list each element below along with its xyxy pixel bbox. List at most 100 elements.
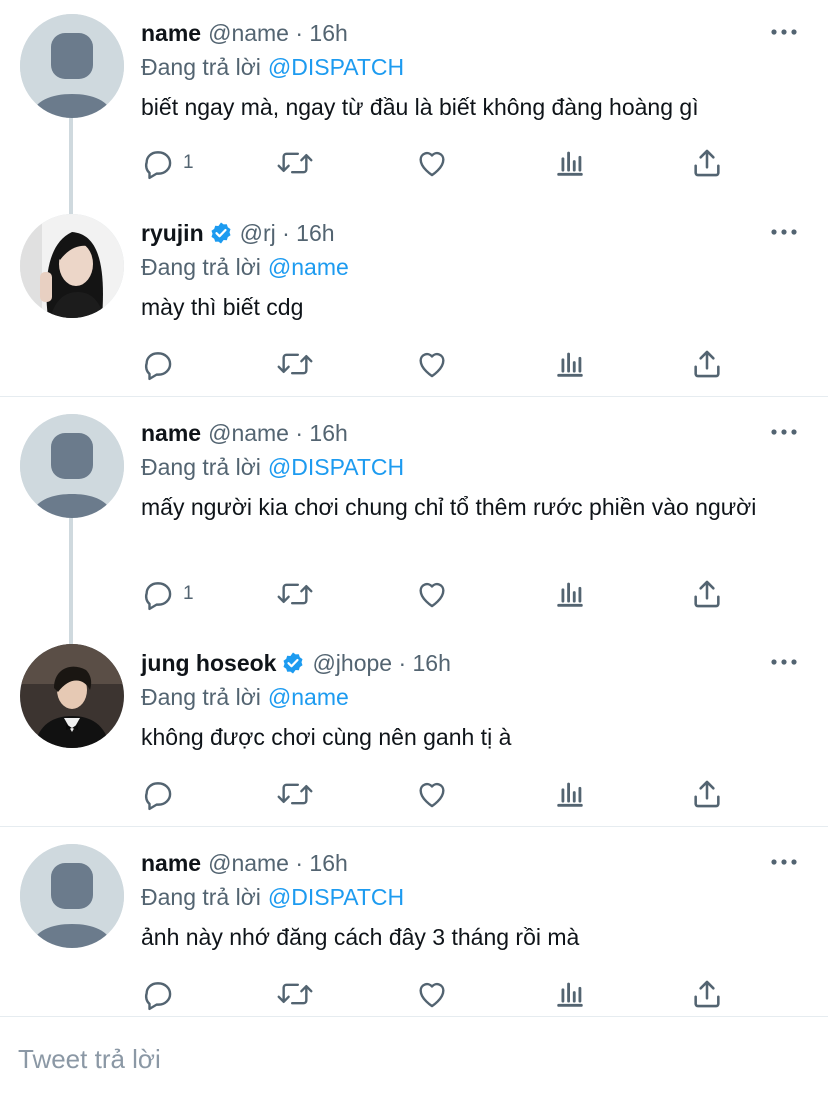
reply-button[interactable] (141, 776, 175, 812)
replying-label: Đang trả lời (141, 454, 261, 480)
display-name[interactable]: ryujin (141, 216, 204, 250)
profile-photo-icon (20, 644, 124, 748)
like-button[interactable] (415, 346, 449, 382)
default-profile-icon (20, 844, 124, 948)
tweet-header: jung hoseok @jhope · 16h (141, 646, 451, 680)
tweet[interactable]: name @name · 16h Đang trả lời @DISPATCH ả… (0, 830, 828, 1017)
views-button[interactable] (553, 976, 587, 1012)
reply-count: 1 (183, 583, 194, 604)
replying-to: Đang trả lời @DISPATCH (141, 50, 404, 84)
tweet-header: name @name · 16h (141, 416, 348, 450)
thread-divider (0, 396, 828, 397)
tweet-header: name @name · 16h (141, 846, 348, 880)
reply-button[interactable]: 1 (141, 576, 194, 612)
tweet[interactable]: jung hoseok @jhope · 16h Đang trả lời @na… (0, 630, 828, 827)
tweet[interactable]: name @name · 16h Đang trả lời @DISPATCH b… (0, 0, 828, 214)
share-button[interactable] (690, 776, 724, 812)
share-button[interactable] (690, 145, 724, 181)
like-button[interactable] (415, 976, 449, 1012)
verified-badge-icon (283, 652, 303, 674)
tweet-actions (141, 346, 761, 382)
retweet-button[interactable] (276, 145, 314, 181)
retweet-button[interactable] (276, 776, 314, 812)
like-button[interactable] (415, 576, 449, 612)
views-button[interactable] (553, 145, 587, 181)
replying-to-handle[interactable]: @DISPATCH (268, 454, 404, 480)
tweet-header: ryujin @rj · 16h (141, 216, 335, 250)
share-button[interactable] (690, 346, 724, 382)
tweet-actions (141, 976, 761, 1012)
handle-and-time[interactable]: @rj · 16h (240, 216, 335, 250)
default-profile-icon (20, 414, 124, 518)
share-button[interactable] (690, 576, 724, 612)
more-dots-icon[interactable] (770, 650, 798, 674)
retweet-button[interactable] (276, 346, 314, 382)
display-name[interactable]: jung hoseok (141, 646, 276, 680)
avatar-jung-hoseok[interactable] (20, 644, 124, 748)
like-button[interactable] (415, 145, 449, 181)
more-dots-icon[interactable] (770, 420, 798, 444)
share-icon (694, 350, 720, 378)
thread-divider (0, 826, 828, 827)
handle-and-time[interactable]: @name · 16h (208, 16, 348, 50)
like-button[interactable] (415, 776, 449, 812)
reply-icon (144, 782, 172, 811)
thread-connector-line (69, 518, 73, 644)
reply-thread-feed: name @name · 16h Đang trả lời @DISPATCH b… (0, 0, 828, 1109)
avatar-default[interactable] (20, 414, 124, 518)
replying-to-handle[interactable]: @name (268, 684, 349, 710)
handle-and-time[interactable]: @name · 16h (208, 846, 348, 880)
handle-and-time[interactable]: @name · 16h (208, 416, 348, 450)
tweet[interactable]: name @name · 16h Đang trả lời @DISPATCH m… (0, 400, 828, 644)
more-dots-icon[interactable] (770, 850, 798, 874)
replying-to-handle[interactable]: @name (268, 254, 349, 280)
tweet[interactable]: ryujin @rj · 16h Đang trả lời @name mày t… (0, 200, 828, 397)
tweet-actions: 1 (141, 576, 761, 612)
replying-to: Đang trả lời @name (141, 680, 349, 714)
reply-button[interactable]: 1 (141, 145, 194, 181)
tweet-header: name @name · 16h (141, 16, 348, 50)
display-name[interactable]: name (141, 846, 201, 880)
views-icon (557, 982, 583, 1007)
heart-icon (419, 982, 445, 1008)
display-name[interactable]: name (141, 416, 201, 450)
tweet-text: biết ngay mà, ngay từ đầu là biết không … (141, 94, 699, 120)
retweet-button[interactable] (276, 576, 314, 612)
compose-divider (0, 1016, 828, 1017)
reply-input[interactable]: Tweet trả lời (18, 1044, 161, 1075)
views-button[interactable] (553, 346, 587, 382)
more-dots-icon[interactable] (770, 220, 798, 244)
reply-button[interactable] (141, 976, 175, 1012)
retweet-button[interactable] (276, 976, 314, 1012)
replying-to: Đang trả lời @DISPATCH (141, 450, 404, 484)
reply-composer[interactable]: Tweet trả lời (0, 1018, 828, 1109)
avatar-default[interactable] (20, 14, 124, 118)
share-button[interactable] (690, 976, 724, 1012)
reply-button[interactable] (141, 346, 175, 382)
avatar-default[interactable] (20, 844, 124, 948)
views-button[interactable] (553, 576, 587, 612)
handle-and-time[interactable]: @jhope · 16h (312, 646, 450, 680)
heart-icon (419, 782, 445, 808)
share-icon (694, 980, 720, 1008)
replying-label: Đang trả lời (141, 54, 261, 80)
views-icon (557, 782, 583, 807)
more-dots-icon[interactable] (770, 20, 798, 44)
reply-icon (144, 582, 172, 611)
retweet-icon (277, 783, 313, 805)
retweet-icon (277, 983, 313, 1005)
reply-icon (144, 982, 172, 1011)
replying-to-handle[interactable]: @DISPATCH (268, 54, 404, 80)
avatar-ryujin[interactable] (20, 214, 124, 318)
heart-icon (419, 352, 445, 378)
verified-badge-icon (211, 222, 231, 244)
retweet-icon (277, 152, 313, 174)
retweet-icon (277, 353, 313, 375)
default-profile-icon (20, 14, 124, 118)
replying-to-handle[interactable]: @DISPATCH (268, 884, 404, 910)
views-icon (557, 352, 583, 377)
views-button[interactable] (553, 776, 587, 812)
tweet-text: mày thì biết cdg (141, 294, 304, 320)
display-name[interactable]: name (141, 16, 201, 50)
share-icon (694, 580, 720, 608)
